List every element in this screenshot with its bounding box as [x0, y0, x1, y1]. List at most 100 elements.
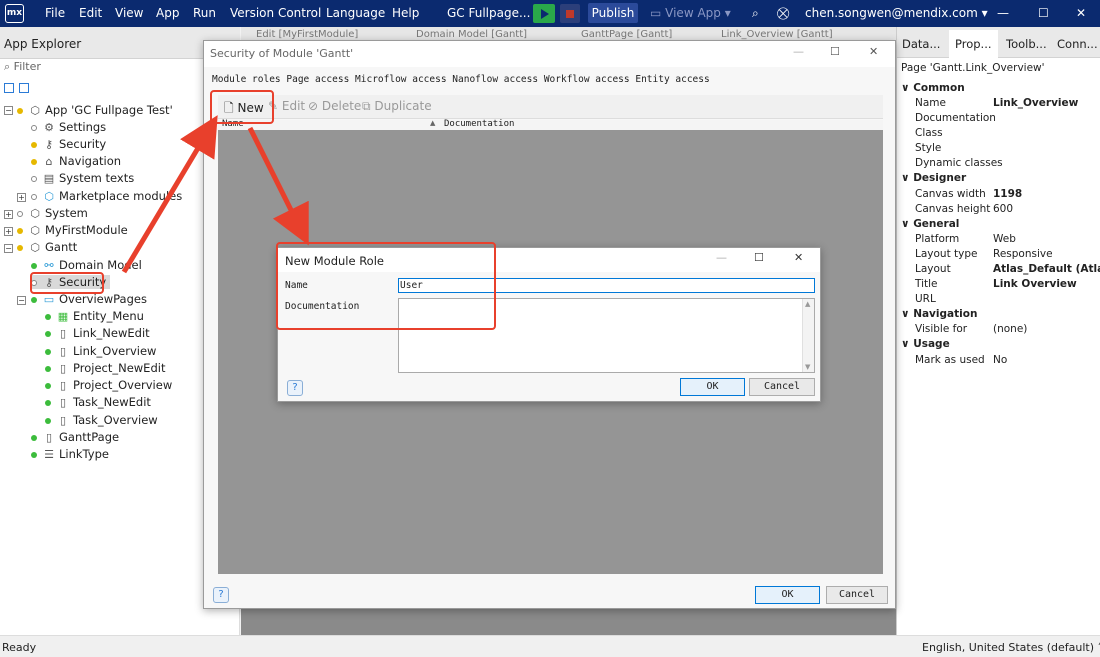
menu-language[interactable]: Language [326, 6, 385, 20]
menu-run[interactable]: Run [193, 6, 216, 20]
collapse-icon[interactable]: − [4, 244, 13, 253]
tree-task-newedit[interactable]: ▯ Task_NewEdit [45, 395, 151, 409]
textarea-scrollbar[interactable]: ▲ ▼ [802, 299, 814, 372]
collapse-all-icon[interactable] [19, 83, 29, 93]
prop-value[interactable]: Web [993, 233, 1016, 245]
minimize-icon[interactable]: — [793, 45, 804, 58]
scroll-up-icon[interactable]: ▲ [805, 300, 810, 308]
tree-marketplace[interactable]: ⬡ Marketplace modules [31, 189, 182, 203]
editor-tab[interactable]: Link_Overview [Gantt] [721, 29, 833, 40]
prop-value[interactable]: Responsive [993, 248, 1053, 260]
maximize-icon[interactable]: ☐ [1038, 6, 1049, 20]
tree-system[interactable]: ⬡ System [17, 206, 88, 220]
tree-app[interactable]: ⬡ App 'GC Fullpage Test' [17, 103, 173, 117]
editor-tab[interactable]: Edit [MyFirstModule] [256, 29, 358, 40]
menu-edit[interactable]: Edit [79, 6, 102, 20]
section-common[interactable]: ∨ Common [901, 82, 965, 94]
tab-properties[interactable]: Prop... [949, 30, 998, 58]
menu-version-control[interactable]: Version Control [230, 6, 321, 20]
duplicate-button[interactable]: ⧉ Duplicate [362, 99, 432, 114]
help-button[interactable]: ? [213, 587, 229, 603]
publish-button[interactable]: Publish [588, 3, 638, 23]
prop-value[interactable]: Link_Overview [993, 97, 1078, 109]
section-navigation[interactable]: ∨ Navigation [901, 308, 977, 320]
prop-value[interactable]: No [993, 354, 1007, 366]
tree-project-overview[interactable]: ▯ Project_Overview [45, 378, 172, 392]
close-icon[interactable]: ✕ [794, 251, 803, 264]
filter-input[interactable]: ⌕ Filter [4, 60, 41, 74]
section-general[interactable]: ∨ General [901, 218, 959, 230]
editor-tab[interactable]: GanttPage [Gantt] [581, 29, 672, 40]
tree-myfirstmodule[interactable]: ⬡ MyFirstModule [17, 223, 128, 237]
tab-connector[interactable]: Conn... [1057, 37, 1098, 51]
menu-help[interactable]: Help [392, 6, 419, 20]
tree-system-texts[interactable]: ▤ System texts [31, 171, 134, 185]
user-account[interactable]: chen.songwen@mendix.com ▾ [805, 6, 988, 20]
menu-app[interactable]: App [156, 6, 179, 20]
section-designer[interactable]: ∨ Designer [901, 172, 966, 184]
ok-button[interactable]: OK [680, 378, 745, 396]
prop-value[interactable]: 1198 [993, 188, 1022, 200]
status-dot [17, 210, 23, 217]
tree-app-security[interactable]: ⚷ Security [31, 137, 106, 151]
tree-gantt[interactable]: ⬡ Gantt [17, 240, 77, 254]
editor-tab[interactable]: Domain Model [Gantt] [416, 29, 527, 40]
chat-icon[interactable]: ⌕ [752, 6, 759, 21]
view-app-button[interactable]: ▭ View App ▾ [650, 6, 731, 20]
tree-link-overview[interactable]: ▯ Link_Overview [45, 344, 156, 358]
close-icon[interactable]: ✕ [869, 45, 878, 58]
tab-entity-access[interactable]: Entity access [635, 74, 709, 85]
tab-data[interactable]: Data... [902, 37, 940, 51]
tree-ganttpage[interactable]: ▯ GanttPage [31, 430, 119, 444]
security-tabs: Module roles Page access Microflow acces… [212, 74, 710, 85]
maximize-icon[interactable]: ☐ [754, 251, 764, 264]
stop-icon[interactable] [560, 4, 580, 23]
tab-microflow-access[interactable]: Microflow access [355, 74, 447, 85]
prop-value[interactable]: Atlas_Default (Atlas_C [993, 263, 1100, 275]
prop-value[interactable]: 600 [993, 203, 1013, 215]
expand-icon[interactable]: + [17, 193, 26, 202]
section-usage[interactable]: ∨ Usage [901, 338, 950, 350]
delete-button[interactable]: ⊘ Delete [308, 99, 361, 113]
tab-page-access[interactable]: Page access [286, 74, 349, 85]
module-icon: ⬡ [44, 190, 54, 203]
cancel-button[interactable]: Cancel [826, 586, 888, 604]
close-icon[interactable]: ✕ [1076, 6, 1086, 20]
tab-workflow-access[interactable]: Workflow access [544, 74, 630, 85]
expand-icon[interactable]: + [4, 210, 13, 219]
minimize-icon[interactable]: — [997, 6, 1009, 20]
collapse-icon[interactable]: − [17, 296, 26, 305]
maximize-icon[interactable]: ☐ [830, 45, 840, 58]
tree-navigation[interactable]: ⌂ Navigation [31, 154, 121, 168]
tab-module-roles[interactable]: Module roles [212, 74, 281, 85]
help-button[interactable]: ? [287, 380, 303, 396]
tab-toolbox[interactable]: Toolb... [1006, 37, 1047, 51]
column-documentation[interactable]: Documentation [444, 119, 514, 129]
menu-file[interactable]: File [45, 6, 65, 20]
language-selector[interactable]: English, United States (default) ˄ [922, 641, 1100, 654]
run-icon[interactable] [533, 4, 555, 23]
expand-icon[interactable]: + [4, 227, 13, 236]
tree-linktype[interactable]: ☰ LinkType [31, 447, 109, 461]
tree-task-overview[interactable]: ▯ Task_Overview [45, 413, 158, 427]
tree-entity-menu[interactable]: ▦ Entity_Menu [45, 309, 144, 323]
expand-all-icon[interactable] [4, 83, 14, 93]
prop-value[interactable]: (none) [993, 323, 1027, 335]
ok-button[interactable]: OK [755, 586, 820, 604]
menu-view[interactable]: View [115, 6, 143, 20]
tree-project-newedit[interactable]: ▯ Project_NewEdit [45, 361, 165, 375]
module-icon: ⬡ [30, 207, 40, 220]
cart-icon[interactable]: ⛒ [777, 6, 789, 21]
tab-nanoflow-access[interactable]: Nanoflow access [452, 74, 538, 85]
prop-value[interactable]: Link Overview [993, 278, 1077, 290]
tree-settings[interactable]: ⚙ Settings [31, 120, 106, 134]
cancel-button[interactable]: Cancel [749, 378, 815, 396]
scroll-down-icon[interactable]: ▼ [805, 363, 810, 371]
project-name[interactable]: GC Fullpage... [447, 6, 530, 20]
minimize-icon[interactable]: — [716, 251, 727, 264]
collapse-icon[interactable]: − [4, 106, 13, 115]
tree-domain-model[interactable]: ⚯ Domain Model [31, 258, 142, 272]
tree-overviewpages[interactable]: ▭ OverviewPages [31, 292, 147, 306]
edit-label: Edit [281, 99, 306, 113]
tree-link-newedit[interactable]: ▯ Link_NewEdit [45, 326, 150, 340]
